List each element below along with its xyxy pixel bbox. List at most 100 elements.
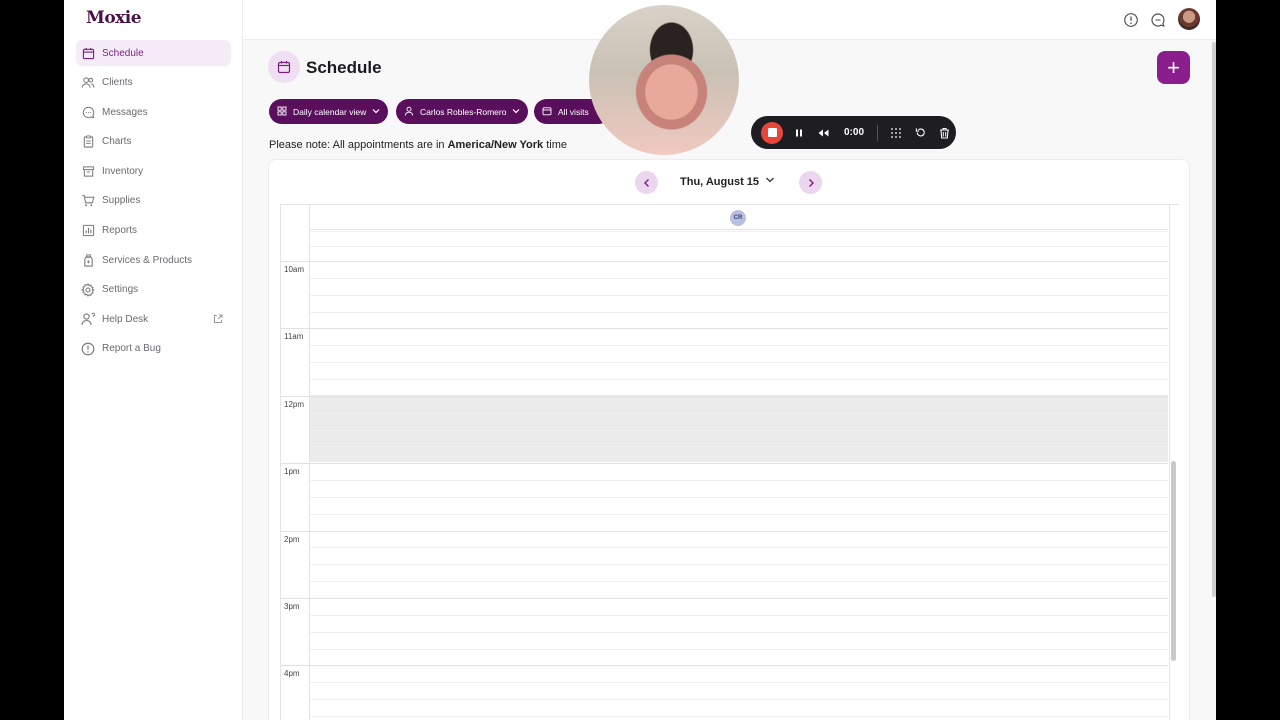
quarter-hour-line (310, 614, 1168, 616)
sidebar-item-schedule[interactable]: Schedule (76, 40, 231, 66)
drag-handle-icon (891, 127, 901, 138)
calendar-small-icon (542, 106, 552, 118)
moxie-logo[interactable]: Moxie (86, 8, 142, 28)
grid-icon (277, 106, 287, 118)
sidebar-item-label: Messages (102, 106, 148, 118)
hour-label: 4pm (284, 669, 300, 679)
chat-bubble-icon[interactable] (1150, 12, 1166, 28)
quarter-hour-line (310, 547, 1168, 549)
sidebar-item-settings[interactable]: Settings (76, 277, 231, 303)
sidebar-item-label: Settings (102, 284, 139, 296)
hour-line (281, 261, 1168, 262)
sidebar-item-label: Reports (102, 225, 138, 237)
sidebar-item-inventory[interactable]: Inventory (76, 158, 231, 184)
sidebar-item-label: Schedule (102, 47, 144, 59)
quarter-hour-line (310, 277, 1168, 279)
day-grid[interactable]: CR 10am 11am 12pm 1pm 2pm 3pm 4pm (280, 204, 1179, 720)
provider-column-header: CR (310, 205, 1168, 230)
sidebar-item-messages[interactable]: Messages (76, 99, 231, 125)
webcam-bubble[interactable] (589, 5, 739, 155)
trash-icon (939, 127, 949, 139)
quarter-hour-line (310, 496, 1168, 498)
external-link-icon (213, 314, 223, 324)
hour-line (281, 665, 1168, 667)
sidebar-item-services-products[interactable]: Services & Products (76, 247, 231, 273)
rewind-icon (818, 129, 828, 136)
hour-label: 10am (284, 265, 305, 274)
recording-timer: 0:00 (843, 127, 864, 138)
sidebar-item-clients[interactable]: Clients (76, 70, 231, 96)
previous-day-button[interactable] (635, 171, 658, 194)
bar-chart-icon (81, 224, 95, 238)
quarter-hour-line (310, 378, 1168, 380)
sidebar-nav: Schedule Clients Messages Charts Invento… (76, 40, 231, 366)
timezone-note-prefix: Please note: All appointments are in (269, 139, 448, 151)
hour-label: 3pm (284, 602, 300, 611)
rewind-button[interactable] (811, 128, 835, 138)
visits-select-label: All visits (558, 106, 589, 117)
quarter-hour-line (310, 446, 1168, 448)
view-select[interactable]: Daily calendar view (269, 99, 389, 124)
calendar-scrollbar-thumb[interactable] (1171, 461, 1176, 661)
add-appointment-button[interactable]: + (1157, 51, 1190, 84)
hour-label: 12pm (284, 399, 305, 409)
sidebar-item-label: Help Desk (102, 313, 149, 325)
page-scrollbar[interactable] (1212, 42, 1216, 597)
hour-line (281, 598, 1168, 599)
sidebar-item-help-desk[interactable]: Help Desk (76, 306, 231, 332)
quarter-hour-line (310, 294, 1168, 296)
quarter-hour-line (310, 699, 1168, 701)
hour-line (281, 530, 1168, 532)
quarter-hour-line (310, 564, 1168, 566)
user-avatar[interactable] (1178, 8, 1200, 30)
pause-icon (796, 129, 802, 136)
blocked-time-block (310, 395, 1168, 462)
gear-icon (81, 282, 95, 297)
alert-circle-icon (81, 342, 95, 356)
hour-line (281, 395, 1168, 397)
quarter-hour-line (310, 429, 1168, 431)
chevron-down-icon (372, 107, 380, 116)
sidebar-item-label: Charts (102, 136, 132, 148)
date-label[interactable]: Thu, August 15 (680, 176, 759, 188)
person-icon (404, 106, 414, 118)
quarter-hour-line (310, 631, 1168, 633)
calendar-icon (268, 51, 300, 83)
hour-label: 2pm (284, 534, 300, 544)
grid-dots-button[interactable] (884, 127, 908, 139)
stop-icon (767, 128, 777, 137)
chat-icon (81, 105, 95, 119)
sidebar-item-charts[interactable]: Charts (76, 129, 231, 155)
provider-initials-badge[interactable]: CR (730, 210, 746, 226)
hour-label: 1pm (284, 467, 300, 477)
sidebar-item-report-bug[interactable]: Report a Bug (76, 336, 231, 362)
quarter-hour-line (310, 513, 1168, 515)
stop-recording-button[interactable] (761, 121, 783, 144)
bottle-icon (81, 253, 95, 267)
quarter-hour-line (310, 231, 1168, 232)
info-icon[interactable] (1123, 12, 1139, 28)
sidebar-item-label: Services & Products (102, 254, 193, 266)
sidebar-item-label: Clients (102, 77, 133, 89)
quarter-hour-line (310, 682, 1168, 684)
archive-icon (81, 164, 95, 178)
pause-button[interactable] (787, 128, 811, 138)
chevron-down-icon[interactable] (765, 175, 775, 187)
main-content: Schedule + Daily calendar view Carlos Ro… (243, 40, 1216, 720)
next-day-button[interactable] (799, 171, 822, 194)
hour-line (281, 463, 1168, 465)
sidebar-item-reports[interactable]: Reports (76, 218, 231, 244)
quarter-hour-line (310, 311, 1168, 313)
delete-recording-button[interactable] (932, 127, 956, 139)
users-icon (81, 76, 95, 90)
timezone-note: Please note: All appointments are in Ame… (269, 139, 567, 151)
sidebar-item-supplies[interactable]: Supplies (76, 188, 231, 214)
view-select-label: Daily calendar view (293, 106, 367, 117)
provider-select[interactable]: Carlos Robles-Romero (396, 99, 529, 124)
provider-select-label: Carlos Robles-Romero (420, 106, 507, 117)
quarter-hour-line (310, 581, 1168, 583)
sidebar-item-label: Report a Bug (102, 343, 161, 355)
hour-label: 11am (284, 332, 304, 342)
restart-button[interactable] (908, 127, 932, 138)
recorder-toolbar: 0:00 (751, 116, 956, 149)
